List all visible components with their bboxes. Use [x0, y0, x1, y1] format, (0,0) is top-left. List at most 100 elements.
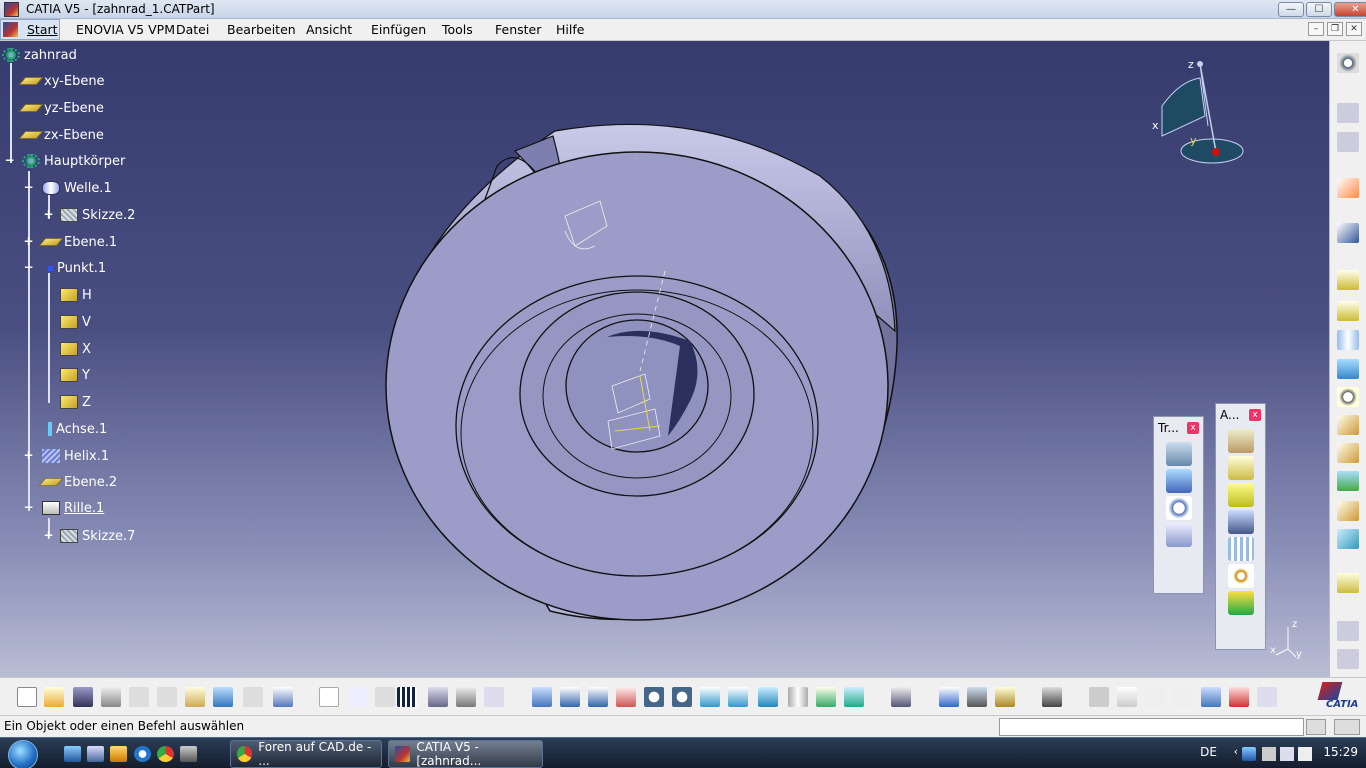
tree-node-param-v[interactable]: V	[60, 312, 91, 332]
bom-icon[interactable]	[484, 687, 504, 707]
tree-node-welle[interactable]: Welle.1	[42, 178, 112, 198]
pan-icon[interactable]	[588, 687, 608, 707]
collapse-icon[interactable]: −	[23, 501, 34, 513]
show-desktop-icon[interactable]	[64, 746, 81, 762]
fly-mode-icon[interactable]	[532, 687, 552, 707]
thick-surface-icon[interactable]	[1337, 573, 1359, 593]
tree-node-xy-ebene[interactable]: xy-Ebene	[18, 71, 105, 91]
clock[interactable]: 15:29	[1323, 745, 1358, 759]
capture-camera-icon[interactable]	[1042, 687, 1062, 707]
expand-icon[interactable]: +	[43, 529, 54, 541]
normal-view-icon[interactable]	[700, 687, 720, 707]
menu-datei[interactable]: Datei	[176, 22, 209, 37]
3d-viewport[interactable]: zahnrad xy-Ebene yz-Ebene zx-Ebene − Hau…	[0, 41, 1329, 677]
save-icon[interactable]	[73, 687, 93, 707]
translate-icon[interactable]	[1165, 442, 1192, 466]
tree-node-param-y[interactable]: Y	[60, 365, 90, 385]
collapse-icon[interactable]: −	[23, 181, 34, 193]
workbench-icon[interactable]	[1337, 103, 1359, 123]
tray-expand-icon[interactable]: ‹	[1234, 745, 1238, 758]
doc-restore-button[interactable]: ❐	[1327, 22, 1343, 36]
internet-explorer-icon[interactable]	[134, 746, 151, 762]
workbench-icon[interactable]	[1337, 649, 1359, 669]
tree-node-achse-1[interactable]: Achse.1	[42, 419, 107, 439]
scale-icon[interactable]	[1165, 523, 1192, 547]
copy-icon[interactable]	[157, 687, 177, 707]
toolbar-header[interactable]: A... x	[1216, 404, 1265, 426]
lock-icon[interactable]	[456, 687, 476, 707]
rotate-icon[interactable]	[616, 687, 636, 707]
media-player-icon[interactable]	[110, 746, 127, 762]
menu-start[interactable]: Start	[27, 22, 58, 37]
bluetooth-icon[interactable]	[1242, 747, 1256, 761]
thread-icon[interactable]	[1227, 537, 1254, 561]
network-icon[interactable]	[1262, 747, 1276, 761]
sketch-plane-icon[interactable]	[1201, 687, 1221, 707]
pocket-icon[interactable]	[1337, 301, 1359, 321]
expand-icon[interactable]: +	[23, 235, 34, 247]
iso-view-icon[interactable]	[758, 687, 778, 707]
command-input[interactable]	[999, 718, 1304, 736]
mirror-icon[interactable]	[1165, 469, 1192, 493]
menu-tools[interactable]: Tools	[442, 22, 473, 37]
fillet-icon[interactable]	[1227, 456, 1254, 480]
catalog-icon[interactable]	[891, 687, 911, 707]
workbench-icon[interactable]	[1337, 132, 1359, 152]
stiffener-icon[interactable]	[1337, 501, 1359, 521]
doc-close-button[interactable]: ✕	[1346, 22, 1362, 36]
paste-icon[interactable]	[185, 687, 205, 707]
solid-combine-icon[interactable]	[1337, 529, 1359, 549]
explorer-icon[interactable]	[87, 746, 104, 762]
open-folder-icon[interactable]	[44, 687, 64, 707]
monitor-icon[interactable]	[1280, 747, 1294, 761]
tree-node-zx-ebene[interactable]: zx-Ebene	[18, 125, 104, 145]
menu-fenster[interactable]: Fenster	[495, 22, 541, 37]
thickness-icon[interactable]	[1227, 591, 1254, 615]
close-button[interactable]: ✕	[1334, 2, 1366, 17]
maximize-button[interactable]: ☐	[1306, 2, 1332, 17]
measure-between-icon[interactable]	[939, 687, 959, 707]
zoom-in-icon[interactable]	[644, 687, 664, 707]
expand-icon[interactable]: +	[43, 208, 54, 220]
tree-node-rille-1[interactable]: Rille.1	[42, 498, 104, 518]
measure-icon[interactable]	[1227, 564, 1254, 588]
tree-node-param-x[interactable]: X	[60, 339, 91, 359]
slot-icon[interactable]	[1337, 443, 1359, 463]
tree-node-skizze-2[interactable]: Skizze.2	[60, 205, 135, 225]
zoom-out-icon[interactable]	[672, 687, 692, 707]
tree-node-param-z[interactable]: Z	[60, 392, 91, 412]
sketcher-icon[interactable]	[1337, 223, 1359, 243]
taskbar-button-chrome[interactable]: Foren auf CAD.de - ...	[230, 740, 382, 768]
toolbar-close-button[interactable]: x	[1249, 409, 1261, 421]
menu-bearbeiten[interactable]: Bearbeiten	[227, 22, 296, 37]
expand-icon[interactable]: +	[23, 449, 34, 461]
windows-start-button[interactable]	[8, 740, 38, 768]
menu-enovia[interactable]: ENOVIA V5 VPM	[76, 22, 175, 37]
knowledge-icon[interactable]	[347, 687, 367, 707]
light-icon[interactable]	[375, 687, 395, 707]
menu-einfuegen[interactable]: Einfügen	[371, 22, 426, 37]
shaft-icon[interactable]	[1337, 330, 1359, 350]
command-history-button[interactable]	[1306, 719, 1326, 735]
collapse-icon[interactable]: −	[4, 154, 15, 166]
catia-menu-icon[interactable]	[3, 22, 18, 37]
formula-icon[interactable]	[319, 687, 339, 707]
chrome-icon[interactable]	[157, 746, 174, 762]
update-icon[interactable]	[1089, 687, 1109, 707]
pad-icon[interactable]	[1337, 270, 1359, 290]
multi-section-solid-icon[interactable]	[1337, 471, 1359, 491]
undo-icon[interactable]	[213, 687, 233, 707]
chamfer-icon[interactable]	[1227, 483, 1254, 507]
tree-node-ebene-2[interactable]: Ebene.2	[38, 472, 117, 492]
compass[interactable]: z x y	[1150, 56, 1250, 176]
volume-icon[interactable]	[1298, 747, 1312, 761]
tree-root[interactable]: zahnrad	[2, 45, 77, 65]
toolbar-close-button[interactable]: x	[1187, 422, 1199, 434]
help-pointer-icon[interactable]	[273, 687, 293, 707]
menu-hilfe[interactable]: Hilfe	[556, 22, 584, 37]
shading-icon[interactable]	[788, 687, 808, 707]
hole-icon[interactable]	[1337, 387, 1359, 407]
toolbar-header[interactable]: Tr... x	[1154, 417, 1203, 439]
grid-icon[interactable]	[1173, 687, 1193, 707]
groove-icon[interactable]	[1337, 359, 1359, 379]
